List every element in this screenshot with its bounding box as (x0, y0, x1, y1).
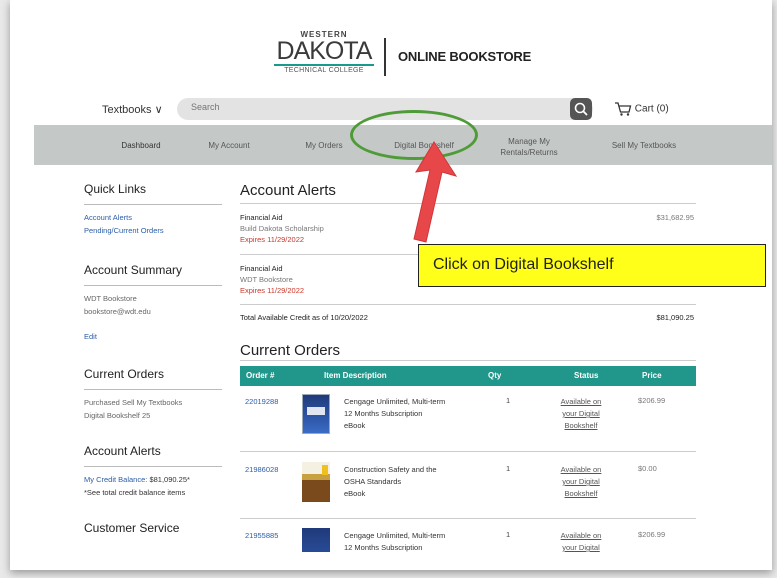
total-credit-row: Total Available Credit as of 10/20/2022 … (240, 312, 696, 323)
status-line: Available on (560, 465, 602, 474)
divider (84, 466, 222, 467)
account-name: WDT Bookstore (84, 294, 137, 303)
order-number-link[interactable]: 21986028 (245, 465, 278, 474)
item-format: eBook (344, 421, 366, 430)
item-price: $0.00 (638, 464, 657, 473)
status-line: Available on (560, 531, 602, 540)
account-alerts-side-title: Account Alerts (84, 444, 161, 458)
logo-main-text: DAKOTA (276, 37, 373, 65)
item-description: Cengage Unlimited, Multi-term 12 Months … (344, 530, 474, 552)
table-row: 21955885 Cengage Unlimited, Multi-term 1… (240, 528, 696, 552)
divider (240, 203, 696, 204)
col-item-description: Item Description (324, 371, 387, 380)
credit-note: *See total credit balance items (84, 488, 186, 497)
book-cover-image[interactable] (302, 528, 330, 552)
quick-links-title: Quick Links (84, 182, 147, 196)
item-price: $206.99 (638, 396, 666, 405)
purchased-line[interactable]: Purchased Sell My Textbooks (84, 396, 222, 409)
total-credit-label: Total Available Credit as of 10/20/2022 (240, 313, 368, 322)
status-line: your Digital (562, 477, 600, 486)
divider (240, 304, 696, 305)
credit-balance-value: $81,090.25* (149, 475, 190, 484)
divider (84, 389, 222, 390)
item-title-line: OSHA Standards (344, 477, 402, 486)
alert-name: Financial Aid (240, 213, 283, 222)
divider (240, 518, 696, 519)
cart-label: Cart (0) (634, 103, 669, 115)
item-qty: 1 (506, 464, 511, 473)
cart-icon (615, 102, 632, 116)
nav-sell-textbooks[interactable]: Sell My Textbooks (594, 125, 694, 165)
page-frame: WESTERN DAKOTA TECHNICAL COLLEGE ONLINE … (10, 0, 772, 570)
orders-table-header: Order # Item Description Qty Status Pric… (240, 366, 696, 386)
college-logo[interactable]: WESTERN DAKOTA TECHNICAL COLLEGE (268, 30, 380, 84)
main-content: Account Alerts Financial Aid Build Dakot… (240, 182, 696, 552)
item-description: Construction Safety and the OSHA Standar… (344, 464, 474, 500)
order-number-link[interactable]: 21955885 (245, 531, 278, 540)
status-line: your Digital (562, 543, 600, 552)
quick-link-account-alerts[interactable]: Account Alerts (84, 211, 222, 224)
logo-sub-text: TECHNICAL COLLEGE (284, 67, 364, 74)
account-summary-title: Account Summary (84, 263, 183, 277)
book-cover-image[interactable] (302, 394, 330, 434)
status-line: Bookshelf (564, 489, 598, 498)
current-orders-side-title: Current Orders (84, 367, 165, 381)
status-line: your Digital (562, 409, 600, 418)
order-number-link[interactable]: 22019288 (245, 397, 278, 406)
customer-service-title: Customer Service (84, 521, 180, 535)
nav-manage-rentals[interactable]: Manage My Rentals/Returns (486, 125, 572, 165)
account-alerts-title: Account Alerts (240, 182, 336, 199)
red-arrow-icon (413, 141, 458, 243)
item-qty: 1 (506, 396, 511, 405)
col-qty: Qty (488, 371, 502, 380)
item-description: Cengage Unlimited, Multi-term 12 Months … (344, 396, 474, 432)
item-title-line: Cengage Unlimited, Multi-term (344, 531, 446, 540)
status-link[interactable]: Available on your Digital (552, 530, 610, 552)
divider (240, 360, 696, 361)
item-price: $206.99 (638, 530, 666, 539)
col-order-no: Order # (246, 371, 275, 380)
total-credit-value: $81,090.25 (656, 313, 694, 322)
item-title-line: Construction Safety and the (344, 465, 437, 474)
nav-dashboard[interactable]: Dashboard (96, 125, 186, 165)
quick-link-pending-orders[interactable]: Pending/Current Orders (84, 224, 222, 237)
divider (84, 285, 222, 286)
alert-item: Financial Aid Build Dakota Scholarship E… (240, 212, 696, 245)
divider (240, 451, 696, 452)
col-status: Status (574, 371, 599, 380)
credit-balance-label[interactable]: My Credit Balance: (84, 475, 147, 484)
item-title-line: Cengage Unlimited, Multi-term (344, 397, 446, 406)
item-format: eBook (344, 489, 366, 498)
alert-amount: $31,682.95 (656, 213, 694, 222)
status-line: Bookshelf (564, 421, 598, 430)
status-line: Available on (560, 397, 602, 406)
book-cover-image[interactable] (302, 462, 330, 502)
edit-account-link[interactable]: Edit (84, 330, 222, 343)
digital-bookshelf-count[interactable]: Digital Bookshelf 25 (84, 409, 222, 422)
store-title: ONLINE BOOKSTORE (398, 49, 532, 64)
status-link[interactable]: Available on your Digital Bookshelf (552, 396, 610, 432)
alert-source: Build Dakota Scholarship (240, 224, 324, 233)
item-qty: 1 (506, 530, 511, 539)
current-orders-title: Current Orders (240, 342, 341, 359)
divider (84, 204, 222, 205)
search-button[interactable] (570, 98, 592, 120)
item-title-line: 12 Months Subscription (344, 543, 423, 552)
cart-link[interactable]: Cart (0) (614, 101, 669, 117)
search-input[interactable] (191, 102, 571, 112)
sidebar: Quick Links Account Alerts Pending/Curre… (84, 182, 222, 535)
instruction-callout: Click on Digital Bookshelf (418, 244, 766, 287)
col-price: Price (642, 371, 662, 380)
status-link[interactable]: Available on your Digital Bookshelf (552, 464, 610, 500)
textbooks-dropdown[interactable]: Textbooks ∨ (102, 103, 163, 116)
search-icon (574, 102, 588, 116)
nav-my-account[interactable]: My Account (184, 125, 274, 165)
item-title-line: 12 Months Subscription (344, 409, 423, 418)
logo-divider (384, 38, 386, 76)
account-email: bookstore@wdt.edu (84, 307, 151, 316)
